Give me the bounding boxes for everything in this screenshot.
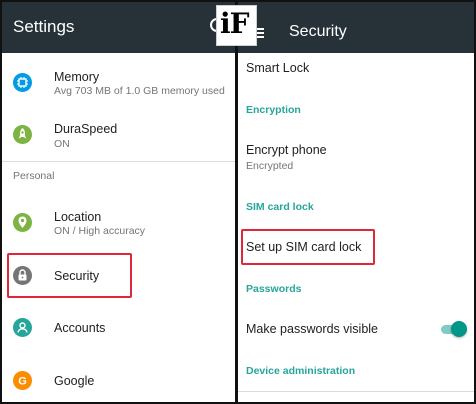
settings-item-memory[interactable]: Memory Avg 703 MB of 1.0 GB memory used bbox=[2, 53, 235, 108]
account-icon bbox=[13, 318, 32, 337]
bottom-divider bbox=[238, 391, 474, 392]
section-divider bbox=[2, 161, 235, 162]
toggle-thumb bbox=[451, 321, 467, 337]
settings-app-bar: Settings bbox=[2, 2, 235, 53]
google-icon: G bbox=[13, 371, 32, 390]
screenshot-frame: Settings Memory Avg 703 MB of 1.0 GB mem… bbox=[0, 0, 476, 404]
sim-lock-highlight-box bbox=[241, 229, 375, 265]
settings-item-accounts[interactable]: Accounts bbox=[2, 302, 235, 354]
smart-lock-item[interactable]: Smart Lock bbox=[246, 61, 309, 75]
security-title: Security bbox=[289, 23, 347, 40]
location-icon bbox=[13, 213, 32, 232]
section-header-sim-card-lock: SIM card lock bbox=[246, 201, 314, 213]
google-label: Google bbox=[54, 374, 95, 388]
memory-icon bbox=[13, 73, 32, 92]
location-label: Location bbox=[54, 210, 102, 224]
section-header-personal: Personal bbox=[13, 170, 55, 182]
memory-label: Memory bbox=[54, 70, 100, 84]
make-passwords-visible-label: Make passwords visible bbox=[246, 322, 378, 336]
settings-item-location[interactable]: Location ON / High accuracy bbox=[2, 193, 235, 251]
settings-item-google[interactable]: G Google bbox=[2, 354, 235, 402]
duraspeed-label: DuraSpeed bbox=[54, 122, 118, 136]
security-app-bar: Security bbox=[238, 2, 474, 53]
section-header-encryption: Encryption bbox=[246, 104, 301, 116]
logo-mark: iF bbox=[220, 7, 249, 40]
duraspeed-sublabel: ON bbox=[54, 138, 70, 150]
location-sublabel: ON / High accuracy bbox=[54, 225, 146, 237]
section-header-device-administration: Device administration bbox=[246, 365, 356, 377]
settings-panel: Settings Memory Avg 703 MB of 1.0 GB mem… bbox=[2, 2, 235, 402]
encrypt-phone-status: Encrypted bbox=[246, 160, 294, 172]
accounts-label: Accounts bbox=[54, 321, 106, 335]
memory-sublabel: Avg 703 MB of 1.0 GB memory used bbox=[54, 85, 225, 97]
settings-title: Settings bbox=[13, 17, 75, 36]
section-header-passwords: Passwords bbox=[246, 283, 302, 295]
settings-item-duraspeed[interactable]: DuraSpeed ON bbox=[2, 108, 235, 161]
rocket-icon bbox=[13, 125, 32, 144]
security-highlight-box bbox=[7, 253, 132, 298]
security-panel: Security Smart Lock Encryption Encrypt p… bbox=[238, 2, 474, 402]
if-logo: iF bbox=[216, 5, 257, 46]
svg-text:G: G bbox=[18, 376, 27, 388]
encrypt-phone-label: Encrypt phone bbox=[246, 143, 327, 157]
make-passwords-visible-toggle[interactable] bbox=[439, 321, 467, 337]
